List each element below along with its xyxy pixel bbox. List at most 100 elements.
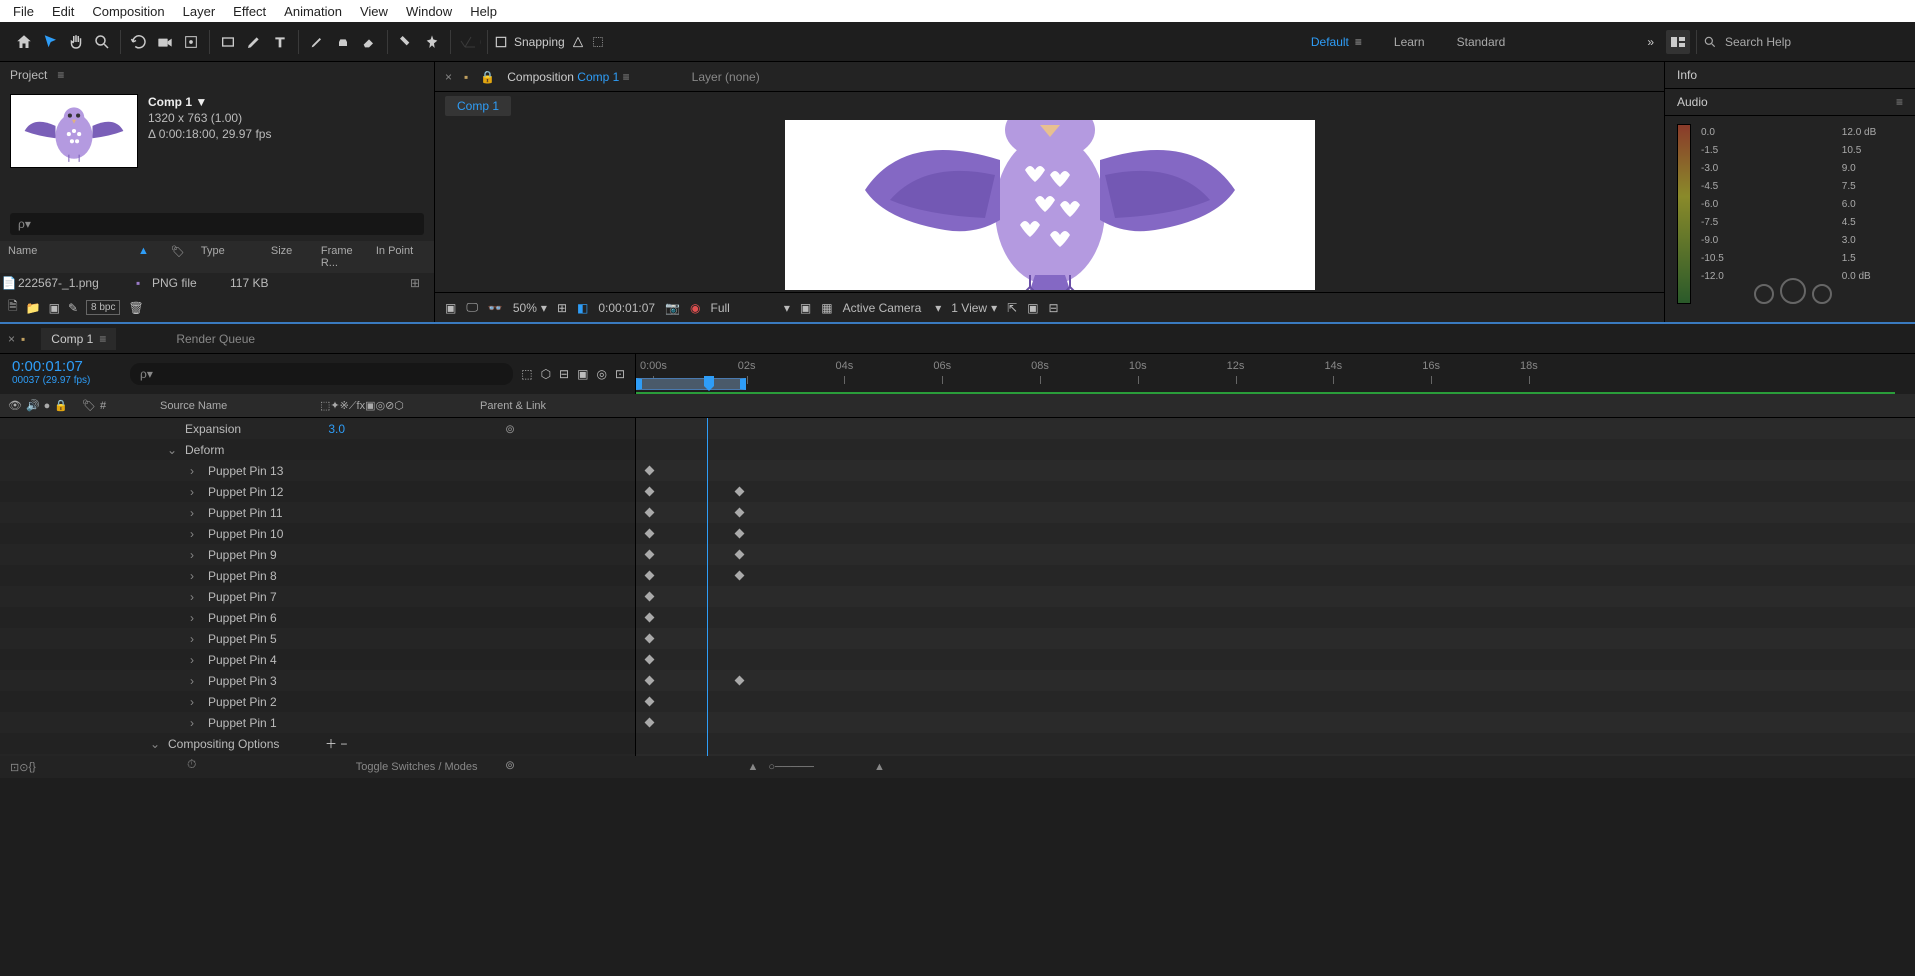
timeline-property[interactable]: ›Puppet Pin 12 [0, 481, 635, 502]
keyframe[interactable] [645, 697, 655, 707]
keyframe[interactable] [735, 487, 745, 497]
zoom-out-icon[interactable]: ▲ [747, 761, 758, 773]
menu-view[interactable]: View [351, 4, 397, 19]
motion-blur-icon[interactable]: ▣ [577, 367, 588, 381]
timeline-property[interactable]: ›Puppet Pin 5 [0, 628, 635, 649]
hand-tool-icon[interactable] [64, 30, 88, 54]
keyframe[interactable] [645, 487, 655, 497]
audio-knob-right[interactable] [1812, 284, 1832, 304]
snapping-toggle[interactable]: Snapping [494, 35, 605, 49]
resolution-dropdown[interactable]: Full ▾ [711, 301, 790, 315]
panel-menu-icon[interactable]: ≡ [57, 68, 64, 82]
grid-icon[interactable]: ⊞ [557, 301, 567, 315]
workspace-default[interactable]: Default ≡ [1311, 35, 1362, 49]
display-icon[interactable]: 🖵 [466, 300, 478, 315]
graph-editor-icon[interactable]: ◎ [596, 367, 606, 381]
3d-icon[interactable]: ⬡ [541, 367, 551, 381]
audio-panel-header[interactable]: Audio≡ [1665, 89, 1915, 116]
timeline-property[interactable]: ›Puppet Pin 2 [0, 691, 635, 712]
project-search[interactable]: ρ▾ [10, 213, 424, 235]
timeline-property[interactable]: Expansion3.0⊚ [0, 418, 635, 439]
interpret-footage-icon[interactable]: 🗎 [8, 297, 18, 318]
menu-composition[interactable]: Composition [83, 4, 173, 19]
keyframe[interactable] [735, 529, 745, 539]
comp-subtab[interactable]: Comp 1 [445, 96, 511, 116]
comp-viewer[interactable] [435, 120, 1664, 292]
bpc-toggle[interactable]: 8 bpc [86, 300, 120, 315]
eraser-tool-icon[interactable] [357, 30, 381, 54]
keyframe[interactable] [645, 550, 655, 560]
timeline-property[interactable]: ›Puppet Pin 1 [0, 712, 635, 733]
roto-brush-tool-icon[interactable] [394, 30, 418, 54]
camera-dropdown[interactable]: Active Camera ▾ [843, 301, 942, 315]
always-preview-icon[interactable]: ▣ [445, 301, 456, 315]
timeline-property[interactable]: ⌄Deform [0, 439, 635, 460]
lock-icon[interactable]: 🔒 [480, 70, 495, 84]
timeline-property[interactable]: ›Puppet Pin 3 [0, 670, 635, 691]
keyframe[interactable] [645, 466, 655, 476]
new-folder-icon[interactable]: 📁 [26, 301, 41, 315]
timeline-track-area[interactable] [635, 418, 1915, 756]
menu-layer[interactable]: Layer [174, 4, 225, 19]
draft-3d-icon[interactable]: ⊡ [615, 367, 625, 381]
share-view-icon[interactable]: ⇱ [1007, 301, 1017, 315]
time-ruler[interactable]: 0:00s02s04s06s08s10s12s14s16s18s [635, 354, 1915, 394]
project-file-row[interactable]: 📄 222567-_1.png ▪ PNG file 117 KB ⊞ [0, 273, 434, 293]
close-tab-icon[interactable]: × [8, 332, 15, 346]
menu-help[interactable]: Help [461, 4, 506, 19]
clone-stamp-tool-icon[interactable] [331, 30, 355, 54]
comp-tab[interactable]: Composition Comp 1 ≡ [507, 70, 629, 84]
roi-icon[interactable]: ▣ [800, 301, 811, 315]
pan-behind-tool-icon[interactable] [179, 30, 203, 54]
keyframe[interactable] [645, 592, 655, 602]
snapshot-icon[interactable]: 📷 [665, 301, 680, 315]
timeline-search[interactable]: ρ▾ [130, 363, 513, 385]
info-panel-header[interactable]: Info [1665, 62, 1915, 89]
pen-tool-icon[interactable] [242, 30, 266, 54]
brush-tool-icon[interactable] [305, 30, 329, 54]
parent-column[interactable]: Parent & Link [480, 394, 635, 417]
selection-tool-icon[interactable] [38, 30, 62, 54]
timeline-property[interactable]: ›Puppet Pin 7 [0, 586, 635, 607]
source-name-column[interactable]: Source Name [120, 394, 320, 417]
tl-icon[interactable]: ⊡ [10, 761, 19, 774]
workspace-standard[interactable]: Standard [1457, 35, 1506, 49]
puppet-pin-tool-icon[interactable] [420, 30, 444, 54]
layer-tab[interactable]: Layer (none) [692, 70, 760, 84]
keyframe[interactable] [735, 508, 745, 518]
zoom-in-icon[interactable]: ▲ [874, 761, 885, 773]
goggles-icon[interactable]: 👓 [488, 301, 503, 315]
frame-blend-icon[interactable]: ⊟ [559, 367, 569, 381]
transparency-grid-icon[interactable]: ▦ [821, 301, 832, 315]
lock-toggle-icon[interactable]: 🔒 [54, 399, 68, 412]
keyframe[interactable] [735, 571, 745, 581]
keyframe[interactable] [645, 613, 655, 623]
audio-knob-left[interactable] [1754, 284, 1774, 304]
more-workspaces-icon[interactable]: » [1647, 35, 1654, 49]
tl-icon[interactable]: ⊙ [19, 761, 28, 774]
keyframe[interactable] [735, 676, 745, 686]
keyframe[interactable] [645, 529, 655, 539]
flowchart-icon[interactable]: ⊞ [410, 276, 420, 290]
timeline-property[interactable]: ›Puppet Pin 8 [0, 565, 635, 586]
timeline-property[interactable]: ⌄Compositing Options＋ − [0, 733, 635, 754]
tl-icon[interactable]: {} [28, 761, 35, 773]
search-help[interactable]: Search Help [1703, 35, 1903, 49]
audio-toggle-icon[interactable]: 🔊 [26, 399, 40, 412]
menu-window[interactable]: Window [397, 4, 461, 19]
menu-file[interactable]: File [4, 4, 43, 19]
timeline-property[interactable]: ›Puppet Pin 4 [0, 649, 635, 670]
timeline-property[interactable]: ›Puppet Pin 10 [0, 523, 635, 544]
video-toggle-icon[interactable]: 👁 [8, 399, 22, 412]
timecode[interactable]: 0:00:01:07 [12, 358, 108, 375]
render-queue-tab[interactable]: Render Queue [176, 332, 255, 346]
timeline-property[interactable]: ›Puppet Pin 6 [0, 607, 635, 628]
playhead[interactable] [704, 376, 716, 390]
home-icon[interactable] [12, 30, 36, 54]
toggle-switches-modes[interactable]: Toggle Switches / Modes [356, 761, 478, 773]
current-time[interactable]: 0:00:01:07 [598, 301, 655, 315]
trash-icon[interactable]: 🗑 [128, 301, 143, 315]
rotate-tool-icon[interactable] [127, 30, 151, 54]
keyframe[interactable] [645, 571, 655, 581]
timeline-icon[interactable]: ⊟ [1049, 301, 1059, 315]
